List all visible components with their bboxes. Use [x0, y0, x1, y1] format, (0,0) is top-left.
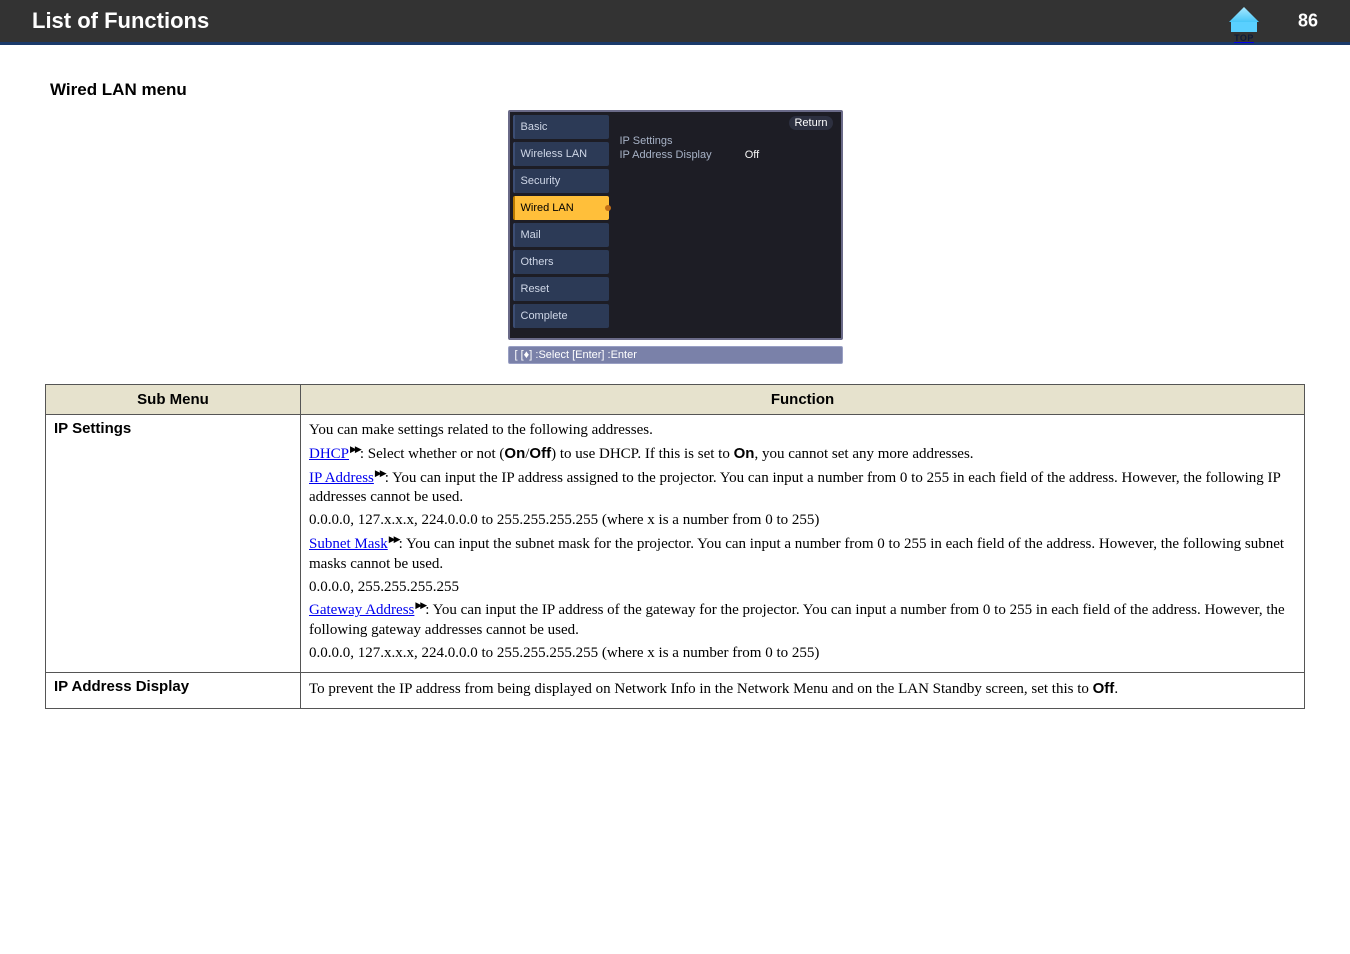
- osd-return: Return: [789, 116, 832, 130]
- row-ipdisplay-name: IP Address Display: [46, 672, 301, 708]
- ipdisplay-post: .: [1114, 681, 1118, 697]
- ipdisplay-pre: To prevent the IP address from being dis…: [309, 681, 1093, 697]
- osd-tab-basic: Basic: [513, 115, 609, 139]
- subnet-line: Subnet Mask▶▶: You can input the subnet …: [309, 534, 1296, 575]
- house-icon: [1229, 7, 1259, 22]
- row-ipsettings-function: You can make settings related to the fol…: [301, 415, 1305, 673]
- glossary-icon: ▶▶: [389, 534, 399, 546]
- osd-tab-wired-label: Wired LAN: [521, 202, 574, 214]
- osd-hint: [ [♦] :Select [Enter] :Enter: [508, 346, 843, 364]
- row-ipsettings-name: IP Settings: [46, 415, 301, 673]
- subnet-range: 0.0.0.0, 255.255.255.255: [309, 578, 1296, 598]
- osd-tab-reset: Reset: [513, 277, 609, 301]
- ipdisplay-text: To prevent the IP address from being dis…: [309, 679, 1296, 700]
- dhcp-after: ) to use DHCP. If this is set to: [551, 446, 734, 462]
- osd-tab-wired: Wired LAN: [513, 196, 609, 220]
- subnet-rest: : You can input the subnet mask for the …: [309, 536, 1284, 572]
- osd-tab-others: Others: [513, 250, 609, 274]
- table-row: IP Settings You can make settings relate…: [46, 415, 1305, 673]
- osd-ipdisplay-value: Off: [745, 149, 759, 161]
- osd-content: Return IP Settings IP Address Display Of…: [612, 112, 841, 338]
- subnet-glossary-link[interactable]: Subnet Mask: [309, 536, 388, 552]
- dhcp-tail: , you cannot set any more addresses.: [754, 446, 973, 462]
- ip-range: 0.0.0.0, 127.x.x.x, 224.0.0.0 to 255.255…: [309, 511, 1296, 531]
- glossary-icon: ▶▶: [350, 444, 360, 456]
- table-row: IP Address Display To prevent the IP add…: [46, 672, 1305, 708]
- gateway-rest: : You can input the IP address of the ga…: [309, 602, 1285, 638]
- ipaddress-line: IP Address▶▶: You can input the IP addre…: [309, 468, 1296, 509]
- ipaddress-glossary-link[interactable]: IP Address: [309, 470, 374, 486]
- osd-panel: Basic Wireless LAN Security Wired LAN Ma…: [508, 110, 843, 340]
- gateway-line: Gateway Address▶▶: You can input the IP …: [309, 600, 1296, 641]
- osd-tab-mail: Mail: [513, 223, 609, 247]
- ip-rest: : You can input the IP address assigned …: [309, 470, 1280, 506]
- top-link[interactable]: TOP: [1226, 7, 1262, 43]
- gateway-range: 0.0.0.0, 127.x.x.x, 224.0.0.0 to 255.255…: [309, 644, 1296, 664]
- dhcp-line: DHCP▶▶: Select whether or not (On/Off) t…: [309, 444, 1296, 465]
- osd-row-ipsettings: IP Settings: [620, 135, 833, 147]
- active-indicator-icon: [605, 205, 611, 211]
- section-title: Wired LAN menu: [50, 80, 1350, 100]
- osd-ipdisplay-label: IP Address Display: [620, 149, 712, 161]
- glossary-icon: ▶▶: [375, 468, 385, 480]
- ip-intro: You can make settings related to the fol…: [309, 421, 1296, 441]
- osd-screenshot: Basic Wireless LAN Security Wired LAN Ma…: [508, 110, 843, 364]
- dhcp-on: On: [504, 445, 525, 462]
- glossary-icon: ▶▶: [415, 600, 425, 612]
- osd-nav: Basic Wireless LAN Security Wired LAN Ma…: [510, 112, 612, 338]
- function-table: Sub Menu Function IP Settings You can ma…: [45, 384, 1305, 709]
- row-ipdisplay-function: To prevent the IP address from being dis…: [301, 672, 1305, 708]
- header-bar: List of Functions TOP 86: [0, 0, 1350, 45]
- dhcp-off: Off: [529, 445, 551, 462]
- top-label: TOP: [1234, 33, 1254, 43]
- osd-row-ipdisplay: IP Address Display Off: [620, 149, 833, 161]
- ipdisplay-off: Off: [1093, 680, 1115, 697]
- dhcp-on2: On: [734, 445, 755, 462]
- house-icon-body: [1231, 22, 1257, 32]
- gateway-glossary-link[interactable]: Gateway Address: [309, 602, 414, 618]
- osd-tab-wireless: Wireless LAN: [513, 142, 609, 166]
- dhcp-rest: : Select whether or not (: [360, 446, 505, 462]
- page-title: List of Functions: [32, 8, 209, 34]
- page-number: 86: [1298, 11, 1318, 32]
- th-function: Function: [301, 385, 1305, 415]
- osd-tab-security: Security: [513, 169, 609, 193]
- th-submenu: Sub Menu: [46, 385, 301, 415]
- osd-tab-complete: Complete: [513, 304, 609, 328]
- dhcp-glossary-link[interactable]: DHCP: [309, 446, 349, 462]
